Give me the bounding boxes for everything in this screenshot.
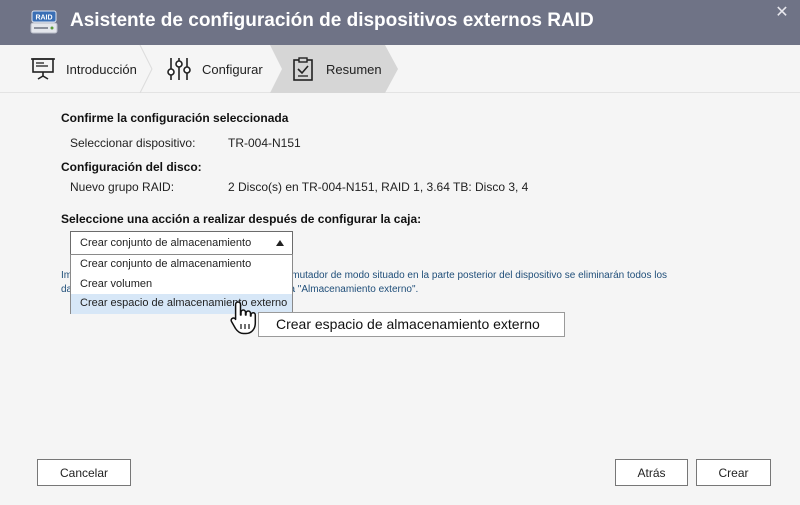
step-label: Resumen <box>326 61 382 77</box>
sliders-icon <box>167 58 191 80</box>
hint-line2-end: o a "Almacenamiento externo". <box>281 284 419 295</box>
title-bar: RAID Asistente de configuración de dispo… <box>0 0 800 45</box>
disk-config-heading: Configuración del disco: <box>61 160 202 174</box>
dropdown-option[interactable]: Crear volumen <box>71 275 292 295</box>
presentation-board-icon <box>31 58 55 80</box>
hand-pointer-icon <box>230 301 257 335</box>
wizard-content: Confirme la configuración seleccionada S… <box>0 94 800 505</box>
step-label: Configurar <box>202 61 263 77</box>
wizard-steps: Introducción Configurar Resumen <box>0 45 800 93</box>
window-title: Asistente de configuración de dispositiv… <box>70 10 594 31</box>
action-select-value: Crear conjunto de almacenamiento <box>80 237 252 249</box>
step-introduccion: Introducción <box>30 45 137 93</box>
option-tooltip: Crear espacio de almacenamiento externo <box>258 312 565 337</box>
caret-up-icon <box>276 240 284 246</box>
raid-group-label: Nuevo grupo RAID: <box>70 180 175 194</box>
step-label: Introducción <box>66 61 137 77</box>
close-icon[interactable]: ✕ <box>774 5 790 21</box>
step-configurar: Configurar <box>166 45 263 93</box>
cancel-button[interactable]: Cancelar <box>37 459 131 486</box>
create-button[interactable]: Crear <box>696 459 771 486</box>
raid-icon-text: RAID <box>35 15 52 22</box>
device-label: Seleccionar dispositivo: <box>70 136 196 150</box>
clipboard-check-icon <box>293 57 313 81</box>
raid-icon: RAID <box>30 10 58 34</box>
dropdown-option[interactable]: Crear conjunto de almacenamiento <box>71 255 292 275</box>
step-separator <box>139 45 153 93</box>
hint-line1-end: onmutador de modo situado en la parte po… <box>280 270 667 281</box>
raid-group-value: 2 Disco(s) en TR-004-N151, RAID 1, 3.64 … <box>228 180 529 194</box>
action-dropdown-list: Crear conjunto de almacenamiento Crear v… <box>70 254 293 314</box>
action-select[interactable]: Crear conjunto de almacenamiento <box>70 231 293 255</box>
back-button[interactable]: Atrás <box>615 459 688 486</box>
action-prompt: Seleccione una acción a realizar después… <box>61 212 422 226</box>
step-resumen: Resumen <box>290 45 382 93</box>
summary-heading: Confirme la configuración seleccionada <box>61 111 289 125</box>
device-value: TR-004-N151 <box>228 136 301 150</box>
